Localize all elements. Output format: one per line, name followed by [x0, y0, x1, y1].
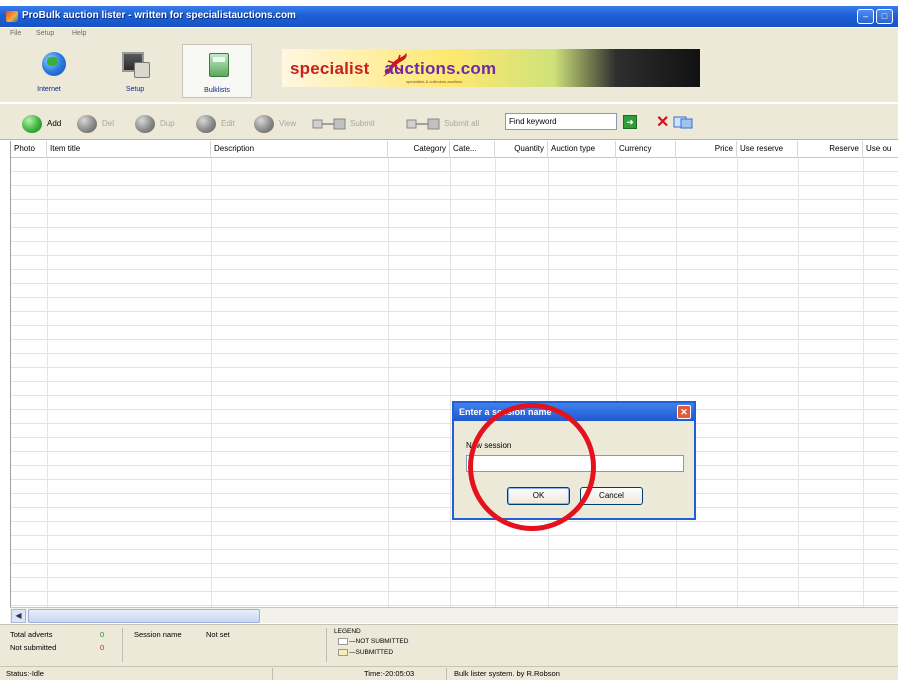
setup-button[interactable]: Setup	[100, 44, 170, 98]
specialist-auctions-banner: specialist auctions.com specialists & co…	[282, 49, 700, 87]
column-header-category-2[interactable]: Cate...	[450, 141, 495, 158]
menu-bar: File Setup Help	[0, 28, 898, 42]
bulklist-grid[interactable]: Photo Item title Description Category Ca…	[10, 141, 898, 607]
action-toolbar: Add Del Dup Edit View Submit Submit all	[0, 104, 898, 140]
calculator-icon	[209, 53, 229, 77]
column-header-description[interactable]: Description	[211, 141, 388, 158]
dialog-title-bar: Enter a session name ✕	[454, 403, 694, 421]
submit-icon	[312, 118, 346, 130]
column-header-use-reserve[interactable]: Use reserve	[737, 141, 798, 158]
credit-text: Bulk lister system. by R.Robson	[454, 669, 560, 678]
view-icon	[254, 115, 274, 133]
window-title: ProBulk auction lister - written for spe…	[22, 10, 296, 21]
scrollbar-thumb[interactable]	[28, 609, 260, 623]
close-icon[interactable]: ✕	[677, 405, 691, 419]
setup-label: Setup	[125, 86, 145, 93]
clear-filter-doc-icon[interactable]	[672, 115, 694, 129]
submit-label: Submit	[350, 119, 375, 128]
banner-tagline: specialists & collectors auctions	[406, 79, 463, 84]
delete-label: Del	[102, 119, 115, 128]
not-submitted-label: Not submitted	[10, 643, 57, 652]
submit-all-icon	[406, 118, 440, 130]
session-name-value: Not set	[206, 630, 230, 639]
column-header-category[interactable]: Category	[388, 141, 450, 158]
session-name-dialog: Enter a session name ✕ New session OK Ca…	[452, 401, 696, 520]
main-toolbar: Internet Setup Bulklists specialist auct…	[0, 42, 898, 102]
cancel-button[interactable]: Cancel	[580, 487, 643, 505]
not-submitted-count: 0	[100, 643, 105, 652]
submit-all-label: Submit all	[444, 119, 480, 128]
globe-icon	[42, 52, 66, 76]
column-header-use-ou[interactable]: Use ou	[863, 141, 898, 158]
minimize-button[interactable]: –	[857, 9, 874, 24]
legend-not-submitted-text: —NOT SUBMITTED	[349, 638, 409, 645]
duplicate-icon	[135, 115, 155, 133]
horizontal-scrollbar[interactable]: ◀	[10, 607, 898, 623]
scroll-left-icon[interactable]: ◀	[11, 609, 26, 623]
new-session-label: New session	[466, 441, 512, 450]
menu-file[interactable]: File	[10, 30, 21, 37]
find-go-button[interactable]: ➜	[623, 115, 637, 129]
grid-header: Photo Item title Description Category Ca…	[11, 141, 898, 158]
delete-icon	[77, 115, 97, 133]
find-keyword-input[interactable]	[505, 113, 617, 130]
legend-not-submitted-swatch	[338, 638, 348, 645]
column-header-reserve[interactable]: Reserve	[798, 141, 863, 158]
duplicate-label: Dup	[160, 119, 175, 128]
computer-icon	[122, 52, 150, 78]
menu-setup[interactable]: Setup	[36, 30, 54, 37]
internet-button[interactable]: Internet	[14, 44, 84, 98]
app-icon	[6, 11, 18, 22]
ok-button[interactable]: OK	[507, 487, 570, 505]
bulklists-label: Bulklists	[204, 87, 230, 94]
status-bar: Status:-Idle Time:-20:05:03 Bulk lister …	[0, 666, 898, 680]
bulklists-button[interactable]: Bulklists	[182, 44, 252, 98]
dialog-title: Enter a session name	[459, 407, 552, 417]
session-name-input[interactable]	[466, 455, 684, 472]
edit-label: Edit	[221, 119, 235, 128]
column-header-quantity[interactable]: Quantity	[495, 141, 548, 158]
column-header-currency[interactable]: Currency	[616, 141, 676, 158]
banner-logo-text: specialist auctions.com	[290, 59, 497, 78]
column-header-item-title[interactable]: Item title	[47, 141, 211, 158]
title-bar: ProBulk auction lister - written for spe…	[0, 6, 898, 27]
column-header-photo[interactable]: Photo	[11, 141, 47, 158]
menu-help[interactable]: Help	[72, 30, 86, 37]
total-adverts-label: Total adverts	[10, 630, 53, 639]
grid-rows[interactable]	[11, 158, 898, 607]
time-text: Time:-20:05:03	[364, 669, 415, 678]
session-name-label: Session name	[134, 630, 182, 639]
info-panel: Total adverts 0 Not submitted 0 Session …	[0, 624, 898, 666]
column-header-price[interactable]: Price	[676, 141, 737, 158]
view-label: View	[279, 119, 297, 128]
legend-submitted-swatch	[338, 649, 348, 656]
status-text: Status:-Idle	[6, 669, 44, 678]
edit-icon	[196, 115, 216, 133]
maximize-button[interactable]: □	[876, 9, 893, 24]
legend-title: LEGEND	[334, 628, 361, 635]
total-adverts-count: 0	[100, 630, 105, 639]
add-label: Add	[47, 119, 62, 128]
add-icon	[22, 115, 42, 133]
clear-filter-icon[interactable]: ✕	[656, 112, 669, 132]
legend-submitted-text: —SUBMITTED	[349, 649, 394, 656]
column-header-auction-type[interactable]: Auction type	[548, 141, 616, 158]
internet-label: Internet	[37, 86, 61, 93]
